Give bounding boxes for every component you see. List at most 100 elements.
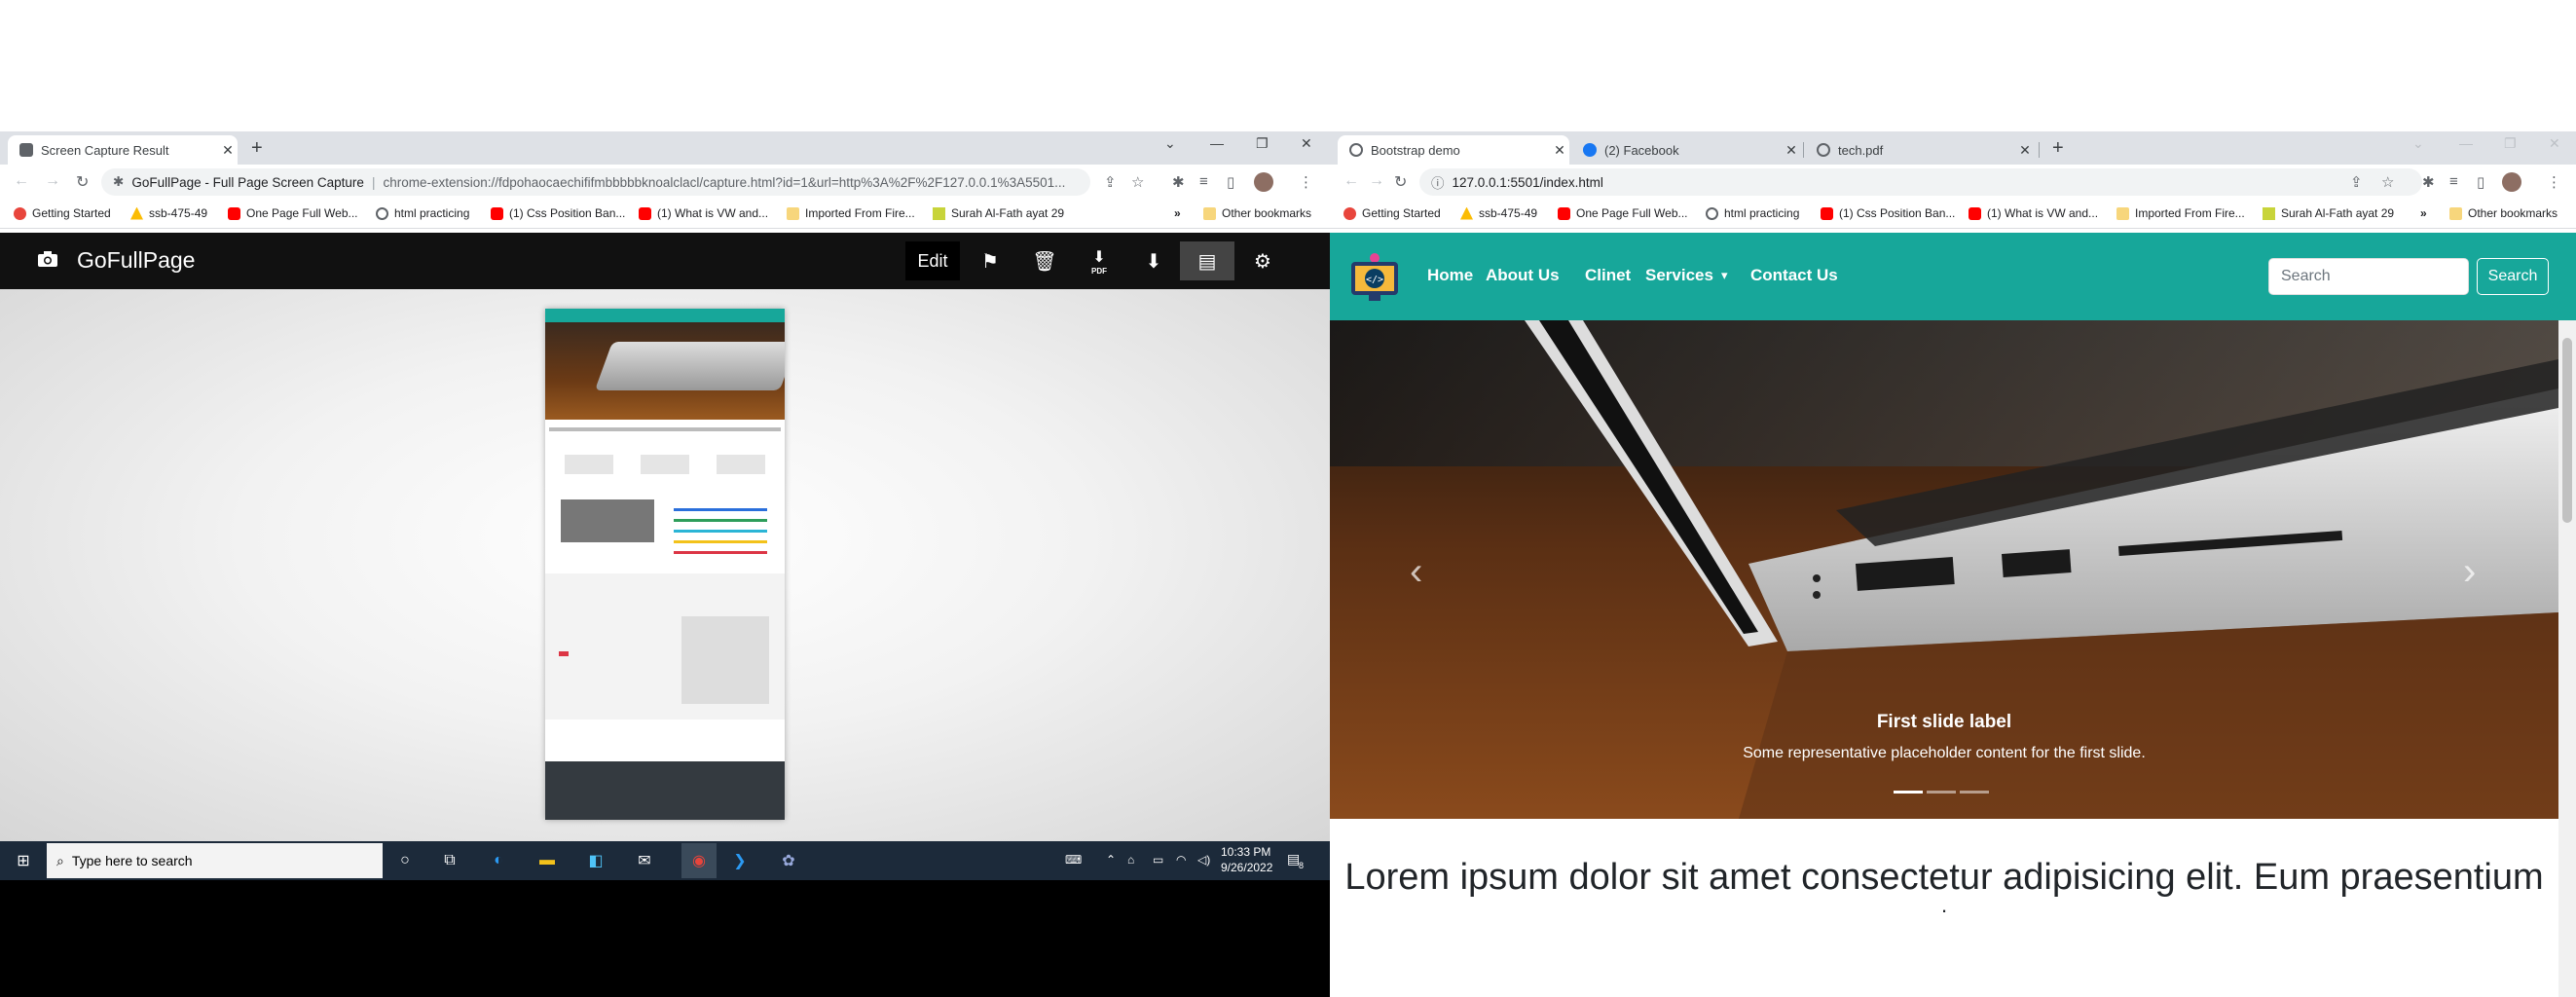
bookmark-folder[interactable]: Imported From Fire...	[2116, 206, 2245, 220]
windows-start-icon[interactable]: ⊞	[12, 849, 35, 872]
bookmark-item[interactable]: (1) Css Position Ban...	[491, 206, 625, 220]
vscode-icon[interactable]: ❯	[728, 849, 752, 872]
search-input[interactable]: Search	[2268, 258, 2469, 295]
bookmark-item[interactable]: ssb-475-49	[1460, 206, 1537, 220]
menu-icon[interactable]: ⋮	[2547, 173, 2561, 191]
media-icon[interactable]: ≡	[2449, 173, 2458, 190]
more-bookmarks-icon[interactable]: »	[1174, 206, 1181, 220]
mail-icon[interactable]: ✉	[633, 849, 656, 872]
media-icon[interactable]: ≡	[1199, 173, 1208, 190]
tab-search-icon[interactable]: ⌄	[2412, 135, 2424, 152]
page-capture-thumbnail[interactable]	[545, 309, 785, 820]
clock-date[interactable]: 9/26/2022	[1221, 861, 1272, 874]
volume-icon[interactable]: ◁)	[1197, 853, 1210, 867]
bookmark-item[interactable]: One Page Full Web...	[228, 206, 358, 220]
bookmark-item[interactable]: Surah Al-Fath ayat 29	[2263, 206, 2394, 220]
star-icon[interactable]: ☆	[1131, 173, 1144, 191]
battery-icon[interactable]: ▭	[1153, 853, 1163, 867]
nav-home[interactable]: Home	[1427, 266, 1473, 285]
taskbar-search[interactable]: ⌕ Type here to search	[47, 843, 383, 878]
download-pdf-icon[interactable]: ⬇ PDF	[1085, 246, 1114, 276]
tab-facebook[interactable]: (2) Facebook ✕	[1571, 135, 1801, 165]
flag-icon[interactable]: ⚑	[975, 246, 1005, 276]
scrollbar-thumb[interactable]	[2562, 338, 2572, 523]
bookmark-item[interactable]: Getting Started	[14, 206, 111, 220]
forward-icon[interactable]: →	[45, 172, 60, 190]
back-icon[interactable]: ←	[14, 172, 29, 190]
carousel-next-icon[interactable]: ›	[2463, 550, 2476, 594]
search-button[interactable]: Search	[2477, 258, 2549, 295]
chevron-down-icon[interactable]: ▾	[1721, 268, 1728, 283]
task-view-icon[interactable]: ⧉	[438, 849, 461, 872]
network-icon[interactable]: ⌂	[1127, 853, 1134, 867]
bookmark-item[interactable]: (1) Css Position Ban...	[1821, 206, 1955, 220]
minimize-icon[interactable]: —	[1210, 135, 1224, 151]
reload-icon[interactable]: ↻	[76, 172, 89, 192]
carousel-indicator[interactable]	[1894, 791, 1923, 794]
chevron-up-icon[interactable]: ⌃	[1106, 853, 1116, 867]
share-icon[interactable]: ⇪	[2350, 173, 2363, 191]
tab-screen-capture-result[interactable]: Screen Capture Result ✕	[8, 135, 238, 165]
forward-icon[interactable]: →	[1369, 172, 1384, 190]
close-window-icon[interactable]: ✕	[1301, 135, 1312, 152]
close-window-icon[interactable]: ✕	[2549, 135, 2560, 152]
extensions-icon[interactable]: ✱	[1172, 173, 1185, 191]
page-scrollbar[interactable]	[2558, 320, 2576, 997]
trash-icon[interactable]: 🗑	[1030, 246, 1059, 276]
star-icon[interactable]: ☆	[2381, 173, 2394, 191]
document-icon[interactable]: ▤	[1180, 241, 1234, 280]
clock-time[interactable]: 10:33 PM	[1221, 845, 1270, 859]
bookmark-folder[interactable]: Imported From Fire...	[787, 206, 915, 220]
bookmark-item[interactable]: Surah Al-Fath ayat 29	[933, 206, 1064, 220]
site-logo[interactable]: </>	[1345, 246, 1404, 305]
maximize-icon[interactable]: ❐	[1256, 135, 1269, 152]
bookmark-item[interactable]: Getting Started	[1343, 206, 1441, 220]
close-tab-icon[interactable]: ✕	[1550, 142, 1569, 159]
bookmark-item[interactable]: (1) What is VW and...	[639, 206, 768, 220]
tab-search-icon[interactable]: ⌄	[1164, 135, 1176, 152]
reload-icon[interactable]: ↻	[1394, 172, 1407, 192]
menu-icon[interactable]: ⋮	[1299, 173, 1313, 191]
store-icon[interactable]: ◧	[584, 849, 607, 872]
minimize-icon[interactable]: —	[2459, 135, 2473, 151]
address-bar[interactable]: ✱ GoFullPage - Full Page Screen Capture …	[101, 168, 1090, 196]
new-tab-icon[interactable]: +	[2052, 137, 2064, 160]
nav-about-us[interactable]: About Us	[1486, 266, 1560, 285]
bookmark-item[interactable]: (1) What is VW and...	[1969, 206, 2098, 220]
other-bookmarks[interactable]: Other bookmarks	[1203, 206, 1311, 220]
bookmark-item[interactable]: ssb-475-49	[130, 206, 207, 220]
other-bookmarks[interactable]: Other bookmarks	[2449, 206, 2558, 220]
nav-contact-us[interactable]: Contact Us	[1750, 266, 1838, 285]
extensions-icon[interactable]: ✱	[2422, 173, 2435, 191]
cortana-icon[interactable]: ○	[393, 849, 417, 872]
side-panel-icon[interactable]: ▯	[2477, 173, 2484, 191]
carousel-indicator[interactable]	[1927, 791, 1956, 794]
bookmark-item[interactable]: html practicing	[376, 206, 469, 220]
download-icon[interactable]: ⬇	[1139, 246, 1168, 276]
carousel-indicator[interactable]	[1960, 791, 1989, 794]
app-icon[interactable]: ✿	[777, 849, 800, 872]
avatar[interactable]	[2502, 172, 2521, 192]
tab-bootstrap-demo[interactable]: Bootstrap demo ✕	[1338, 135, 1569, 165]
avatar[interactable]	[1254, 172, 1273, 192]
bookmark-item[interactable]: html practicing	[1706, 206, 1799, 220]
carousel-prev-icon[interactable]: ‹	[1410, 550, 1422, 594]
close-tab-icon[interactable]: ✕	[1782, 142, 1801, 159]
address-bar[interactable]: ⓘ 127.0.0.1:5501/index.html	[1419, 168, 2422, 196]
edge-icon[interactable]: ◐	[487, 849, 510, 872]
wifi-icon[interactable]: ◠	[1176, 853, 1186, 867]
bookmark-item[interactable]: One Page Full Web...	[1558, 206, 1688, 220]
file-explorer-icon[interactable]: ▬	[535, 849, 559, 872]
share-icon[interactable]: ⇪	[1104, 173, 1117, 191]
maximize-icon[interactable]: ❐	[2504, 135, 2517, 152]
edit-button[interactable]: Edit	[905, 241, 960, 280]
keyboard-icon[interactable]: ⌨	[1065, 853, 1082, 867]
nav-clinet[interactable]: Clinet	[1585, 266, 1631, 285]
close-tab-icon[interactable]: ✕	[2015, 142, 2035, 159]
more-bookmarks-icon[interactable]: »	[2420, 206, 2427, 220]
tab-tech-pdf[interactable]: tech.pdf ✕	[1805, 135, 2035, 165]
new-tab-icon[interactable]: +	[251, 137, 263, 160]
nav-services[interactable]: Services	[1645, 266, 1713, 285]
gear-icon[interactable]: ⚙	[1248, 246, 1277, 276]
back-icon[interactable]: ←	[1343, 172, 1359, 190]
